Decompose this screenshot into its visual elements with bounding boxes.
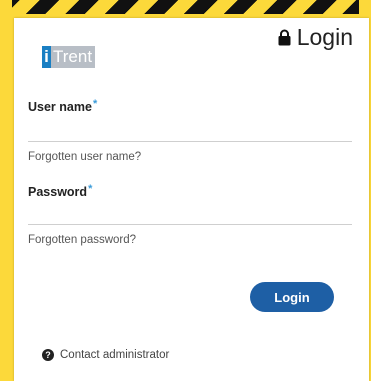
contact-administrator-link[interactable]: ? Contact administrator [42,349,169,361]
logo-wordmark: Trent [51,46,96,68]
password-label-text: Password [28,185,88,199]
contact-label: Contact administrator [60,349,170,361]
login-card: i Trent [14,18,369,381]
hazard-stripe-border [0,0,371,14]
password-input[interactable] [28,205,352,225]
forgot-username-link[interactable]: Forgotten user name? [28,151,141,163]
logo-i-mark: i [42,46,51,68]
username-label: User name* [28,98,98,114]
login-heading: Login [278,24,353,51]
login-button[interactable]: Login [250,282,334,312]
forgot-password-link[interactable]: Forgotten password? [28,234,136,246]
frame-left [0,0,12,381]
help-icon: ? [42,349,54,361]
login-title: Login [296,24,353,50]
username-input[interactable] [28,122,352,142]
required-marker: * [88,183,93,195]
required-marker: * [92,98,98,110]
password-label: Password* [28,183,93,199]
itrent-logo: i Trent [42,46,96,68]
username-label-text: User name [28,100,92,114]
lock-icon [278,29,291,46]
